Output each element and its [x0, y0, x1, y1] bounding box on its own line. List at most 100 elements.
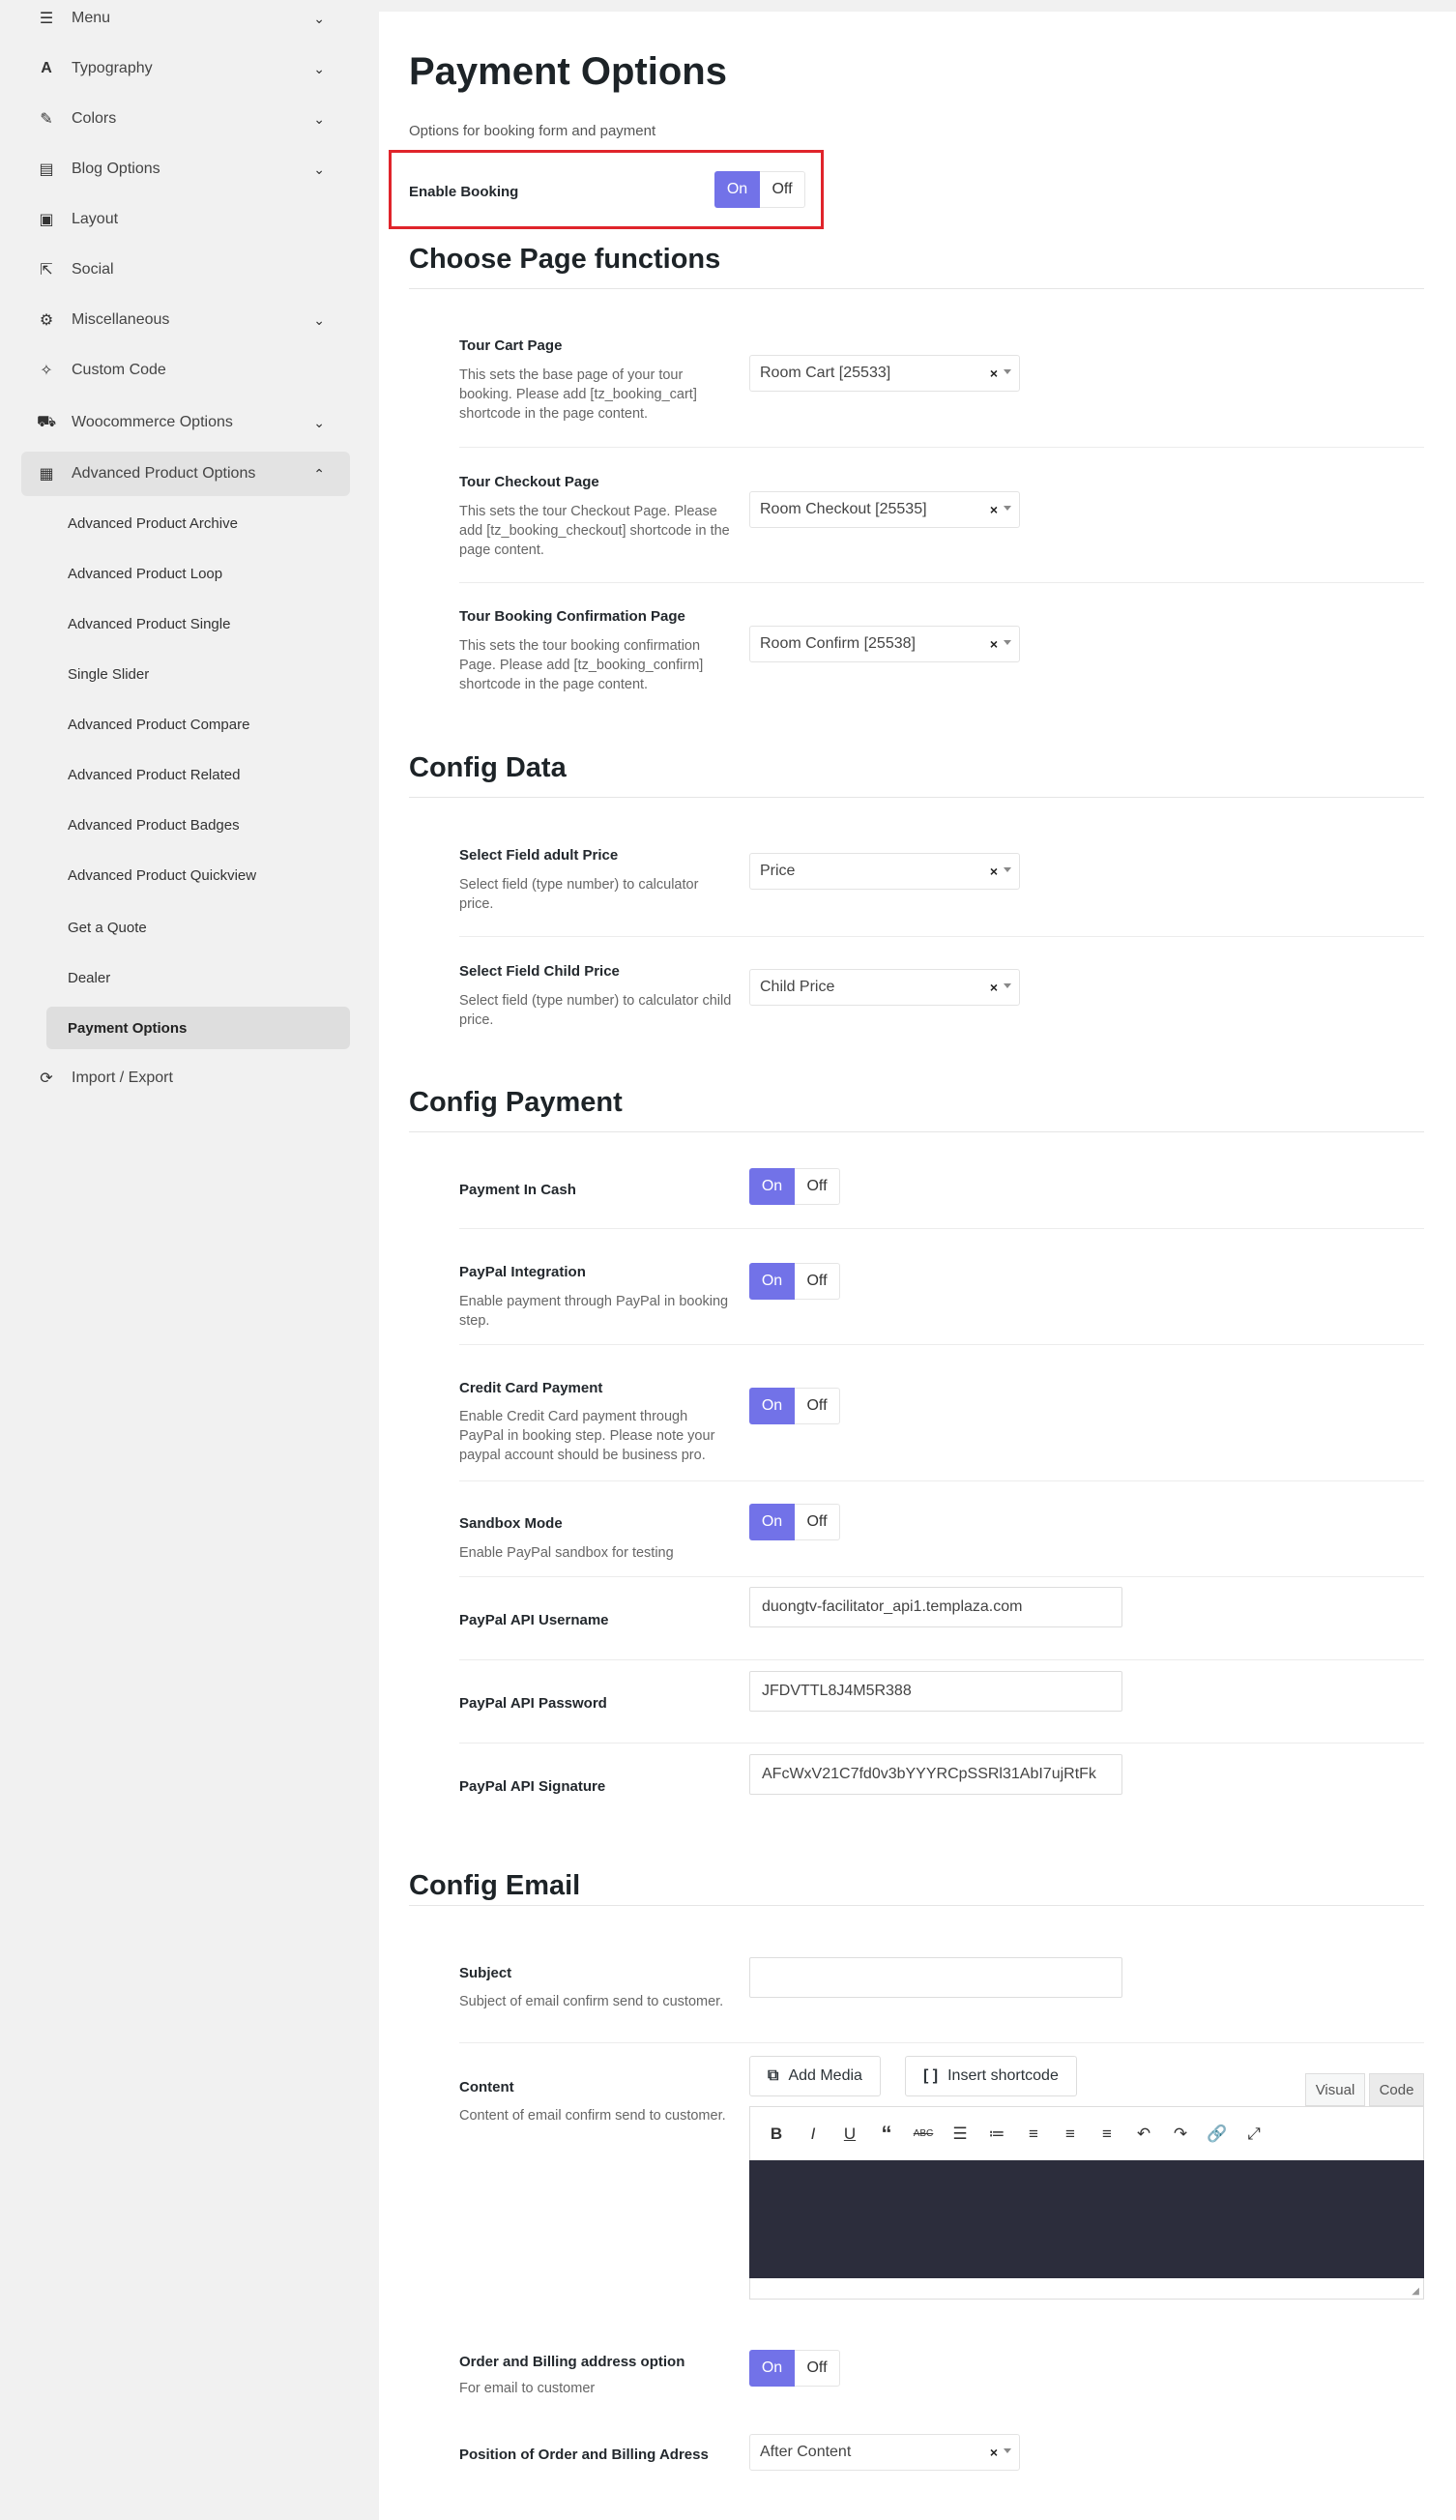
sidebar-subitem-advanced-product-compare[interactable]: Advanced Product Compare	[46, 703, 350, 746]
sidebar-subitem-advanced-product-archive[interactable]: Advanced Product Archive	[46, 502, 350, 544]
sidebar-subitem-payment-options[interactable]: Payment Options	[46, 1007, 350, 1049]
book-icon: ▤	[39, 161, 54, 178]
insert-shortcode-button[interactable]: [ ] Insert shortcode	[905, 2056, 1077, 2096]
email-content-editor[interactable]	[749, 2160, 1424, 2278]
resize-handle-icon[interactable]: ◢	[1412, 2286, 1419, 2297]
paypal-integration-toggle[interactable]: On Off	[749, 1263, 840, 1300]
numbered-list-icon[interactable]: ≔	[978, 2116, 1015, 2153]
redo-icon[interactable]: ↷	[1162, 2116, 1199, 2153]
sidebar-subitem-advanced-product-loop[interactable]: Advanced Product Loop	[46, 552, 350, 595]
magic-wand-icon: ✧	[40, 363, 53, 379]
api-username-input[interactable]: duongtv-facilitator_api1.templaza.com	[749, 1587, 1122, 1627]
tour-checkout-page-select[interactable]: Room Checkout [25535] ×	[749, 491, 1020, 528]
strikethrough-icon[interactable]: ABC	[905, 2116, 942, 2153]
toggle-off[interactable]: Off	[760, 171, 805, 208]
billing-position-label: Position of Order and Billing Adress	[459, 2447, 709, 2463]
adult-price-desc: Select field (type number) to calculator…	[459, 877, 699, 912]
bullet-list-icon[interactable]: ☰	[942, 2116, 978, 2153]
sidebar-subitem-single-slider[interactable]: Single Slider	[46, 653, 350, 695]
add-media-button[interactable]: ⧉ Add Media	[749, 2056, 881, 2096]
sidebar-item-typography[interactable]: A Typography ⌄	[21, 47, 350, 90]
child-price-select[interactable]: Child Price ×	[749, 969, 1020, 1006]
sidebar-subitem-advanced-product-single[interactable]: Advanced Product Single	[46, 602, 350, 645]
row-divider	[459, 447, 1424, 448]
tour-confirm-page-select[interactable]: Room Confirm [25538] ×	[749, 626, 1020, 662]
sidebar-item-layout[interactable]: ▣ Layout	[21, 198, 350, 241]
fullscreen-icon[interactable]: ⤢	[1236, 2116, 1272, 2153]
order-billing-desc: For email to customer	[459, 2381, 596, 2396]
chevron-down-icon: ⌄	[313, 10, 325, 26]
toggle-off[interactable]: Off	[795, 2350, 840, 2387]
menu-icon: ☰	[39, 11, 54, 27]
adult-price-label: Select Field adult Price	[459, 847, 619, 864]
chevron-up-icon: ⌃	[313, 465, 325, 482]
bold-icon[interactable]: B	[758, 2116, 795, 2153]
paypal-integration-desc: Enable payment through PayPal in booking…	[459, 1294, 729, 1329]
tab-code[interactable]: Code	[1369, 2073, 1424, 2106]
sidebar-item-social[interactable]: ⇱ Social	[21, 249, 350, 291]
blockquote-icon[interactable]: “	[868, 2116, 905, 2153]
toggle-off[interactable]: Off	[795, 1504, 840, 1540]
link-icon[interactable]: 🔗	[1199, 2116, 1236, 2153]
toggle-on[interactable]: On	[749, 1504, 795, 1540]
align-left-icon[interactable]: ≡	[1015, 2116, 1052, 2153]
undo-icon[interactable]: ↶	[1125, 2116, 1162, 2153]
dropdown-arrow-icon	[1004, 369, 1011, 374]
toggle-on[interactable]: On	[749, 1263, 795, 1300]
sidebar-item-custom-code[interactable]: ✧ Custom Code	[21, 349, 350, 392]
clear-icon[interactable]: ×	[990, 502, 998, 517]
clear-icon[interactable]: ×	[990, 366, 998, 381]
main-panel: Payment Options Options for booking form…	[379, 12, 1456, 2520]
sidebar-subitem-advanced-product-related[interactable]: Advanced Product Related	[46, 753, 350, 796]
api-signature-label: PayPal API Signature	[459, 1778, 606, 1795]
api-signature-input[interactable]: AFcWxV21C7fd0v3bYYYRCpSSRl31AbI7ujRtFk	[749, 1754, 1122, 1795]
clear-icon[interactable]: ×	[990, 636, 998, 652]
sidebar-item-woocommerce-options[interactable]: ⛟ Woocommerce Options ⌄	[21, 401, 350, 444]
clear-icon[interactable]: ×	[990, 980, 998, 995]
italic-icon[interactable]: I	[795, 2116, 831, 2153]
sidebar-subitem-get-a-quote[interactable]: Get a Quote	[46, 906, 350, 949]
toggle-on[interactable]: On	[749, 1388, 795, 1424]
section-title-page-functions: Choose Page functions	[409, 244, 721, 275]
dropdown-arrow-icon	[1004, 640, 1011, 645]
sidebar-item-blog-options[interactable]: ▤ Blog Options ⌄	[21, 148, 350, 190]
sandbox-mode-toggle[interactable]: On Off	[749, 1504, 840, 1540]
toggle-on[interactable]: On	[749, 1168, 795, 1205]
toggle-on[interactable]: On	[749, 2350, 795, 2387]
clear-icon[interactable]: ×	[990, 864, 998, 879]
align-center-icon[interactable]: ≡	[1052, 2116, 1089, 2153]
subject-desc: Subject of email confirm send to custome…	[459, 1994, 724, 2009]
sidebar-item-import-export[interactable]: ⟳ Import / Export	[21, 1057, 350, 1099]
order-billing-toggle[interactable]: On Off	[749, 2350, 840, 2387]
sidebar-subitem-advanced-product-badges[interactable]: Advanced Product Badges	[46, 804, 350, 846]
sidebar-item-miscellaneous[interactable]: ⚙ Miscellaneous ⌄	[21, 299, 350, 341]
sidebar-item-advanced-product-options[interactable]: ▦ Advanced Product Options ⌃	[21, 452, 350, 496]
sidebar-item-colors[interactable]: ✎ Colors ⌄	[21, 98, 350, 140]
enable-booking-toggle[interactable]: On Off	[714, 171, 805, 208]
align-right-icon[interactable]: ≡	[1089, 2116, 1125, 2153]
sidebar-subitem-advanced-product-quickview[interactable]: Advanced Product Quickview	[46, 854, 350, 896]
api-password-input[interactable]: JFDVTTL8J4M5R388	[749, 1671, 1122, 1712]
clear-icon[interactable]: ×	[990, 2445, 998, 2460]
toggle-off[interactable]: Off	[795, 1388, 840, 1424]
underline-icon[interactable]: U	[831, 2116, 868, 2153]
credit-card-toggle[interactable]: On Off	[749, 1388, 840, 1424]
sidebar-item-menu[interactable]: ☰ Menu ⌄	[21, 0, 350, 40]
editor-toolbar: B I U “ ABC ☰ ≔ ≡ ≡ ≡ ↶ ↷ 🔗 ⤢	[749, 2106, 1424, 2160]
toggle-off[interactable]: Off	[795, 1263, 840, 1300]
subject-input[interactable]	[749, 1957, 1122, 1998]
tab-visual[interactable]: Visual	[1305, 2073, 1365, 2106]
payment-cash-toggle[interactable]: On Off	[749, 1168, 840, 1205]
adult-price-select[interactable]: Price ×	[749, 853, 1020, 890]
layout-icon: ▣	[39, 212, 54, 228]
share-icon: ⇱	[40, 262, 53, 278]
toggle-off[interactable]: Off	[795, 1168, 840, 1205]
media-icon: ⧉	[768, 2067, 779, 2084]
child-price-desc: Select field (type number) to calculator…	[459, 993, 732, 1028]
toggle-on[interactable]: On	[714, 171, 760, 208]
api-username-label: PayPal API Username	[459, 1612, 609, 1628]
tour-cart-page-select[interactable]: Room Cart [25533] ×	[749, 355, 1020, 392]
dropdown-arrow-icon	[1004, 2448, 1011, 2453]
sidebar-subitem-dealer[interactable]: Dealer	[46, 956, 350, 999]
billing-position-select[interactable]: After Content ×	[749, 2434, 1020, 2471]
